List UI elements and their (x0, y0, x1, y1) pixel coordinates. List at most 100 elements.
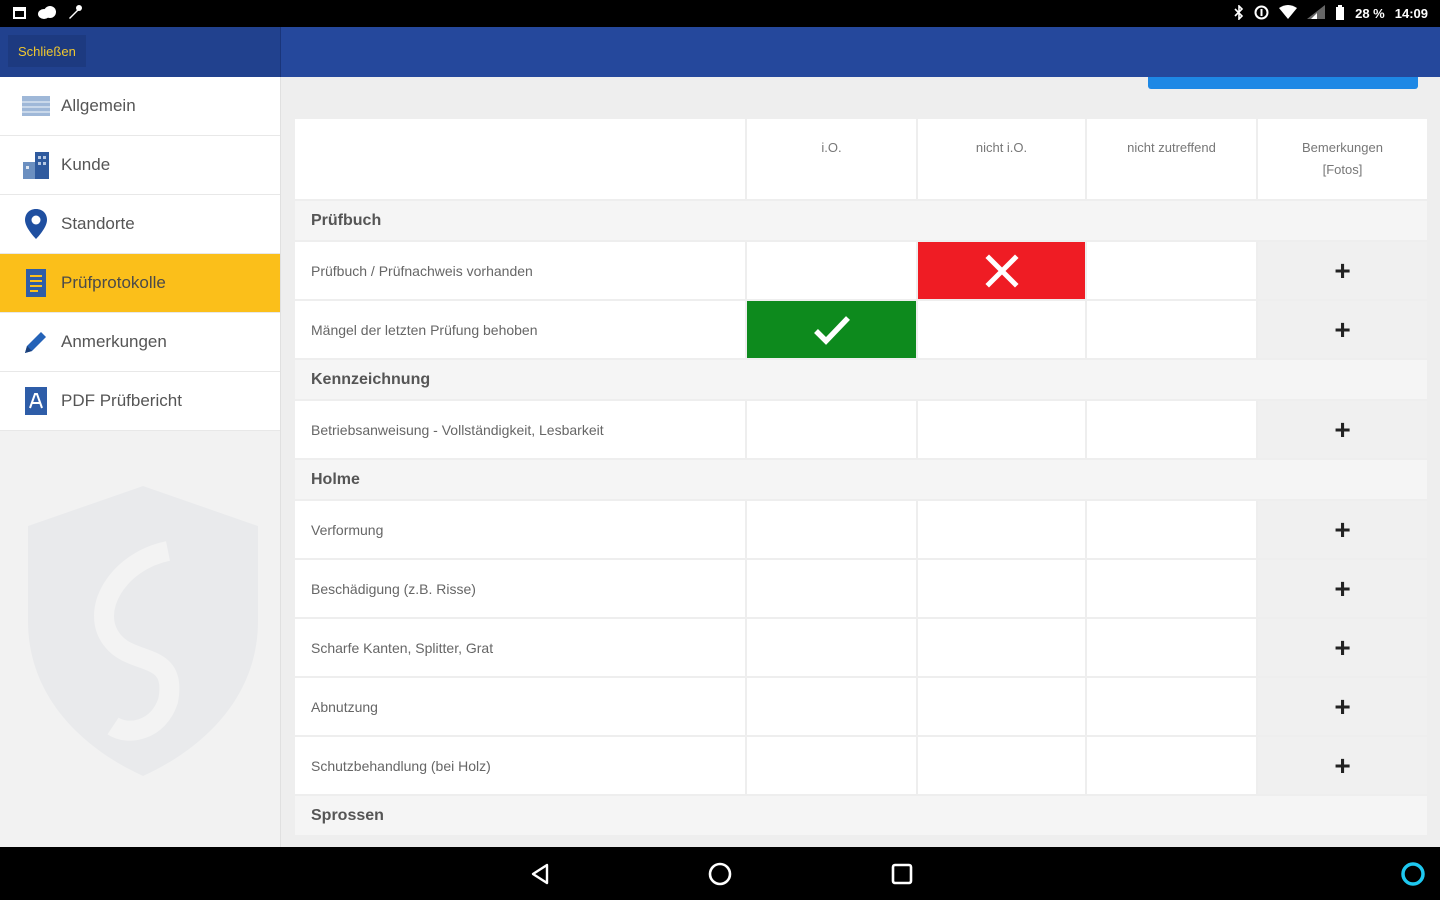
data-saver-icon (1254, 5, 1269, 23)
nz-cell[interactable] (1087, 301, 1258, 358)
add-remark-button[interactable]: + (1258, 737, 1427, 794)
list-icon (20, 90, 52, 122)
header-nz: nicht zutreffend (1087, 119, 1258, 199)
io-cell[interactable] (747, 678, 918, 735)
sidebar-item-standorte[interactable]: Standorte (0, 195, 280, 254)
section-header: Holme (295, 460, 1427, 501)
nz-cell[interactable] (1087, 619, 1258, 676)
nio-cell[interactable] (918, 737, 1087, 794)
nio-cell[interactable] (918, 560, 1087, 617)
signal-icon (1307, 5, 1326, 22)
app-bar-left-pane: Schließen (0, 27, 280, 77)
nio-cell[interactable] (918, 301, 1087, 358)
nio-cell[interactable] (918, 678, 1087, 735)
back-button[interactable] (525, 859, 555, 889)
clock: 14:09 (1394, 6, 1428, 21)
add-remark-button[interactable]: + (1258, 619, 1427, 676)
table-row: Scharfe Kanten, Splitter, Grat + (295, 619, 1427, 678)
header-remarks-line2: [Fotos] (1322, 162, 1363, 177)
recents-button[interactable] (887, 859, 917, 889)
app-bar: Schließen (0, 27, 1440, 77)
sidebar-item-label: Kunde (61, 155, 111, 174)
header-remarks: Bemerkungen [Fotos] (1258, 119, 1427, 199)
table-row: Beschädigung (z.B. Risse) + (295, 560, 1427, 619)
battery-percent: 28 % (1355, 6, 1385, 21)
sidebar-item-pdf-pruefbericht[interactable]: PDF Prüfbericht (0, 372, 280, 431)
plus-icon: + (1334, 631, 1351, 663)
accent-tab-bar (1148, 77, 1418, 89)
back-triangle-icon (531, 863, 549, 885)
pencil-icon (20, 326, 52, 358)
section-header: Prüfbuch (295, 201, 1427, 242)
section-title: Kennzeichnung (311, 370, 431, 388)
nz-cell[interactable] (1087, 678, 1258, 735)
add-remark-button[interactable]: + (1258, 560, 1427, 617)
section-title: Sprossen (311, 806, 384, 824)
plus-icon: + (1334, 749, 1351, 781)
nio-cell[interactable] (918, 501, 1087, 558)
plus-icon: + (1334, 254, 1351, 286)
nz-cell[interactable] (1087, 401, 1258, 458)
row-label: Scharfe Kanten, Splitter, Grat (295, 619, 747, 676)
status-right: 28 % 14:09 (1234, 3, 1428, 23)
sidebar-item-pruefprotokolle[interactable]: Prüfprotokolle (0, 254, 280, 313)
recents-square-icon (891, 863, 913, 885)
status-left (12, 4, 83, 23)
io-cell[interactable] (747, 501, 918, 558)
close-button[interactable]: Schließen (8, 35, 86, 67)
io-cell[interactable] (747, 619, 918, 676)
assistant-ring-icon (1401, 862, 1425, 886)
home-button[interactable] (705, 859, 735, 889)
table-row: Verformung + (295, 501, 1427, 560)
add-remark-button[interactable]: + (1258, 242, 1427, 299)
io-cell[interactable] (747, 737, 918, 794)
io-cell[interactable] (747, 401, 918, 458)
add-remark-button[interactable]: + (1258, 301, 1427, 358)
calendar-icon (12, 5, 27, 23)
row-label: Prüfbuch / Prüfnachweis vorhanden (295, 242, 747, 299)
sidebar-item-label: Standorte (61, 214, 135, 233)
assistant-button[interactable] (1398, 859, 1428, 889)
status-bar: 28 % 14:09 (0, 0, 1440, 27)
sidebar-item-label: Prüfprotokolle (61, 273, 166, 292)
nz-cell[interactable] (1087, 737, 1258, 794)
sidebar-item-label: Anmerkungen (61, 332, 167, 351)
nz-cell[interactable] (1087, 560, 1258, 617)
inspection-table: i.O. nicht i.O. nicht zutreffend Bemerku… (295, 119, 1427, 837)
wifi-icon (1279, 5, 1298, 22)
nz-cell[interactable] (1087, 501, 1258, 558)
nio-cell[interactable] (918, 619, 1087, 676)
checkmark-icon (813, 315, 850, 345)
row-label: Schutzbehandlung (bei Holz) (295, 737, 747, 794)
io-cell[interactable] (747, 560, 918, 617)
nio-cell[interactable] (918, 401, 1087, 458)
plus-icon: + (1334, 690, 1351, 722)
add-remark-button[interactable]: + (1258, 401, 1427, 458)
row-label: Verformung (295, 501, 747, 558)
plus-icon: + (1334, 313, 1351, 345)
io-cell[interactable] (747, 242, 918, 299)
nz-cell[interactable] (1087, 242, 1258, 299)
home-circle-icon (708, 862, 732, 886)
sidebar-item-kunde[interactable]: Kunde (0, 136, 280, 195)
document-icon (20, 267, 52, 299)
io-cell-selected[interactable] (747, 301, 918, 358)
add-remark-button[interactable]: + (1258, 501, 1427, 558)
table-row: Abnutzung + (295, 678, 1427, 737)
add-remark-button[interactable]: + (1258, 678, 1427, 735)
sidebar-item-allgemein[interactable]: Allgemein (0, 77, 280, 136)
sidebar: Allgemein Kunde Standorte Prüfprotokolle… (0, 77, 281, 847)
sidebar-item-label: Allgemein (61, 96, 136, 115)
table-row: Schutzbehandlung (bei Holz) + (295, 737, 1427, 796)
nio-cell-selected[interactable] (918, 242, 1087, 299)
building-icon (20, 149, 52, 181)
location-pin-icon (20, 208, 52, 240)
sidebar-item-anmerkungen[interactable]: Anmerkungen (0, 313, 280, 372)
section-title: Holme (311, 470, 360, 488)
section-header: Kennzeichnung (295, 360, 1427, 401)
table-row: Prüfbuch / Prüfnachweis vorhanden + (295, 242, 1427, 301)
cloud-icon (37, 5, 57, 22)
plus-icon: + (1334, 572, 1351, 604)
header-io: i.O. (747, 119, 918, 199)
header-empty-cell (295, 119, 747, 199)
